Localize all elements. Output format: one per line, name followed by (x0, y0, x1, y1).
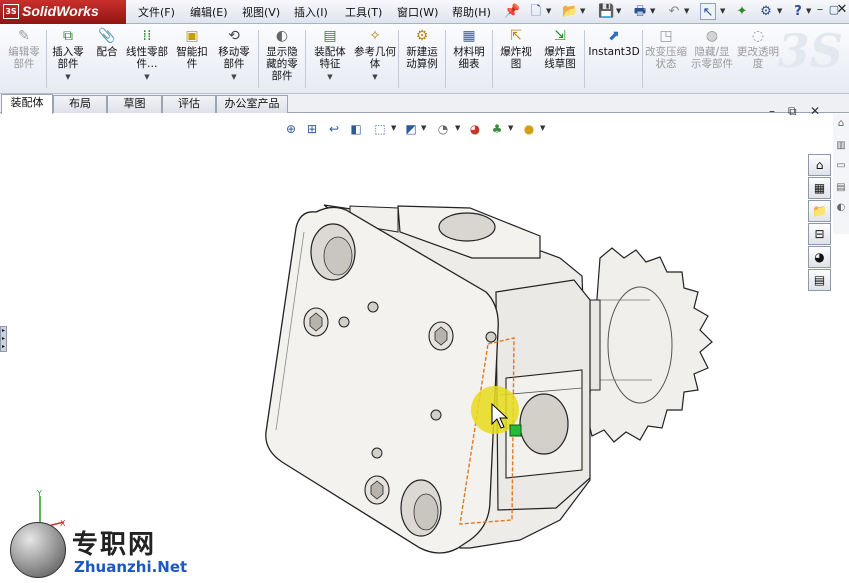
spur-gear (573, 247, 713, 443)
soccer-ball-logo-icon (10, 522, 66, 578)
assembly-model[interactable] (0, 0, 849, 583)
watermark-en: Zhuanzhi.Net (74, 558, 188, 576)
site-watermark: 专职网 Zhuanzhi.Net (6, 522, 187, 582)
triad-y-label: Y (36, 489, 42, 498)
watermark-cn: 专职网 (72, 530, 157, 560)
drag-handle[interactable] (509, 424, 522, 437)
